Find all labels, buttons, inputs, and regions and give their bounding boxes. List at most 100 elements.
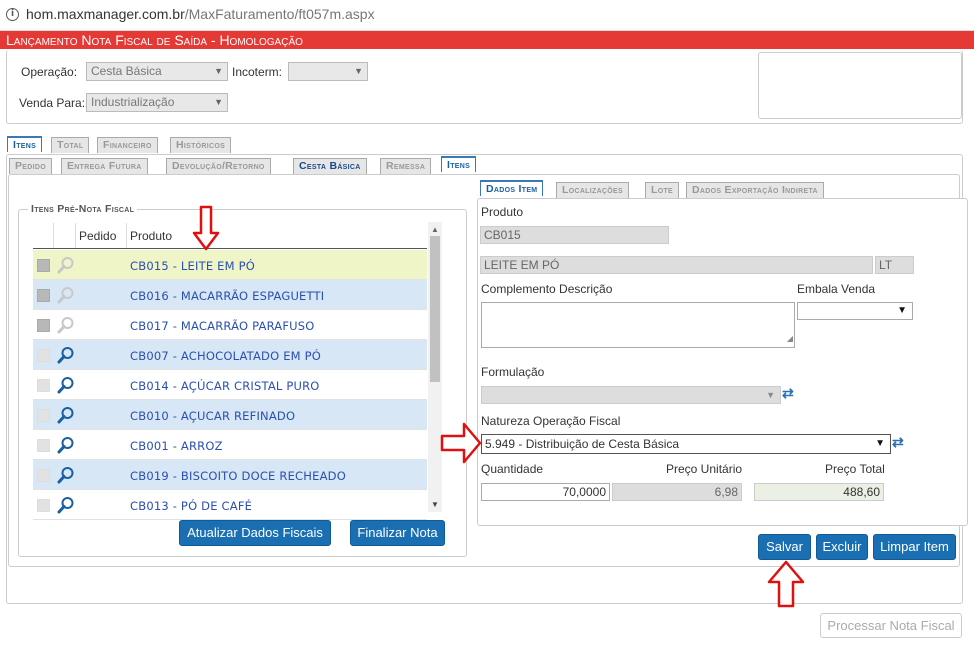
tab-remessa[interactable]: Remessa: [380, 158, 432, 174]
row-produto: CB001 - ARROZ: [130, 439, 223, 453]
produto-code-field[interactable]: CB015: [480, 226, 669, 244]
tab-historicos[interactable]: Históricos: [170, 137, 232, 153]
tab-dados-item[interactable]: Dados Item: [480, 180, 544, 196]
table-row[interactable]: CB007 - ACHOCOLATADO EM PÓ: [33, 340, 427, 370]
table-row[interactable]: CB014 - AÇÚCAR CRISTAL PURO: [33, 370, 427, 400]
row-checkbox[interactable]: [37, 379, 50, 392]
header-sep-2: [75, 223, 76, 248]
natureza-operacao-select[interactable]: 5.949 - Distribuição de Cesta Básica ▼: [481, 434, 891, 454]
header-sep-1: [53, 223, 54, 248]
row-produto: CB016 - MACARRÃO ESPAGUETTI: [130, 289, 325, 303]
preco-unitario-field[interactable]: 6,98: [612, 483, 742, 501]
operacao-select[interactable]: Cesta Básica ▼: [86, 62, 228, 81]
table-row[interactable]: CB016 - MACARRÃO ESPAGUETTI: [33, 280, 427, 310]
produto-label: Produto: [481, 205, 524, 219]
table-row[interactable]: CB010 - AÇUCAR REFINADO: [33, 400, 427, 430]
resize-grip-icon[interactable]: ◢: [787, 331, 793, 347]
quantidade-field[interactable]: 70,0000: [481, 483, 610, 501]
formulacao-label: Formulação: [481, 365, 545, 379]
row-produto: CB010 - AÇUCAR REFINADO: [130, 409, 296, 423]
magnifier-icon[interactable]: [57, 406, 75, 424]
tab-devolucao-retorno[interactable]: Devolução/Retorno: [166, 158, 271, 174]
row-checkbox[interactable]: [37, 319, 50, 332]
limpar-item-button[interactable]: Limpar Item: [873, 534, 956, 560]
table-row[interactable]: CB015 - LEITE EM PÓ: [33, 250, 427, 280]
magnifier-icon[interactable]: [57, 376, 75, 394]
scroll-down-icon[interactable]: ▼: [431, 500, 439, 509]
dados-item-panel: [477, 198, 968, 526]
tab-itens-sub[interactable]: Itens: [441, 156, 477, 172]
row-produto: CB019 - BISCOITO DOCE RECHEADO: [130, 469, 346, 483]
formulacao-select[interactable]: ▼: [481, 386, 781, 404]
row-checkbox[interactable]: [37, 439, 50, 452]
row-checkbox[interactable]: [37, 409, 50, 422]
table-row[interactable]: CB019 - BISCOITO DOCE RECHEADO: [33, 460, 427, 490]
row-produto: CB013 - PÓ DE CAFÉ: [130, 499, 253, 513]
chevron-down-icon: ▼: [897, 305, 907, 316]
magnifier-icon[interactable]: [57, 256, 75, 274]
url-path: /MaxFaturamento/ft057m.aspx: [184, 6, 375, 22]
magnifier-icon[interactable]: [57, 466, 75, 484]
magnifier-icon[interactable]: [57, 346, 75, 364]
tab-itens[interactable]: Itens: [7, 136, 43, 152]
tab-cesta-basica[interactable]: Cesta Básica: [293, 158, 367, 174]
row-checkbox[interactable]: [37, 469, 50, 482]
venda-para-label: Venda Para:: [19, 96, 86, 110]
excluir-button[interactable]: Excluir: [816, 534, 868, 560]
tab-total[interactable]: Total: [51, 137, 90, 153]
refresh-natureza-icon[interactable]: ⇄: [892, 435, 907, 450]
preco-total-field[interactable]: 488,60: [754, 483, 884, 501]
table-row[interactable]: CB013 - PÓ DE CAFÉ: [33, 490, 427, 520]
col-pedido-header[interactable]: Pedido: [79, 229, 116, 243]
scroll-up-icon[interactable]: ▲: [431, 225, 439, 234]
quantidade-label: Quantidade: [481, 462, 544, 476]
col-produto-header[interactable]: Produto: [130, 229, 172, 243]
atualizar-dados-fiscais-button[interactable]: Atualizar Dados Fiscais: [179, 520, 331, 546]
itens-pre-nota-legend: Itens Pré-Nota Fiscal: [28, 203, 138, 215]
chevron-down-icon: ▼: [875, 438, 885, 449]
incoterm-select[interactable]: ▼: [288, 62, 368, 81]
natureza-label: Natureza Operação Fiscal: [481, 414, 621, 428]
tab-lote[interactable]: Lote: [645, 182, 680, 198]
chevron-down-icon: ▼: [766, 390, 775, 400]
finalizar-nota-button[interactable]: Finalizar Nota: [350, 520, 445, 546]
chevron-down-icon: ▼: [214, 97, 223, 107]
url-host: hom.maxmanager.com.br: [26, 6, 185, 22]
row-checkbox[interactable]: [37, 259, 50, 272]
chevron-down-icon: ▼: [214, 66, 223, 76]
row-produto: CB017 - MACARRÃO PARAFUSO: [130, 319, 315, 333]
annotation-arrow-up-icon: [767, 560, 805, 608]
scroll-thumb[interactable]: [430, 236, 440, 382]
processar-nota-fiscal-button[interactable]: Processar Nota Fiscal: [820, 613, 962, 638]
venda-para-value: Industrialização: [91, 95, 175, 109]
address-bar[interactable]: i hom.maxmanager.com.br/MaxFaturamento/f…: [0, 0, 974, 31]
magnifier-icon[interactable]: [57, 286, 75, 304]
tab-entrega-futura[interactable]: Entrega Futura: [61, 158, 148, 174]
annotation-arrow-right-icon: [440, 422, 482, 464]
magnifier-icon[interactable]: [57, 316, 75, 334]
magnifier-icon[interactable]: [57, 436, 75, 454]
table-row[interactable]: CB017 - MACARRÃO PARAFUSO: [33, 310, 427, 340]
items-scrollbar[interactable]: ▲ ▼: [428, 222, 442, 512]
magnifier-icon[interactable]: [57, 496, 75, 514]
incoterm-label: Incoterm:: [232, 65, 283, 79]
row-checkbox[interactable]: [37, 289, 50, 302]
header-sep-3: [126, 223, 127, 248]
row-checkbox[interactable]: [37, 349, 50, 362]
refresh-formulacao-icon[interactable]: ⇄: [782, 386, 797, 401]
url-text[interactable]: hom.maxmanager.com.br/MaxFaturamento/ft0…: [26, 6, 375, 22]
tab-localizacoes[interactable]: Localizações: [556, 182, 629, 198]
tab-pedido[interactable]: Pedido: [9, 158, 52, 174]
venda-para-select[interactable]: Industrialização ▼: [86, 93, 228, 112]
row-checkbox[interactable]: [37, 499, 50, 512]
preco-total-label: Preço Total: [825, 462, 885, 476]
table-row[interactable]: CB001 - ARROZ: [33, 430, 427, 460]
produto-unit-field[interactable]: LT: [875, 256, 914, 274]
produto-desc-field[interactable]: LEITE EM PÓ: [480, 256, 873, 274]
complemento-textarea[interactable]: ◢: [481, 302, 795, 348]
salvar-button[interactable]: Salvar: [758, 534, 811, 560]
tab-financeiro[interactable]: Financeiro: [97, 137, 158, 153]
tab-dados-exportacao-indireta[interactable]: Dados Exportação Indireta: [686, 182, 824, 198]
info-icon[interactable]: i: [6, 8, 19, 21]
embala-venda-select[interactable]: ▼: [797, 302, 913, 320]
